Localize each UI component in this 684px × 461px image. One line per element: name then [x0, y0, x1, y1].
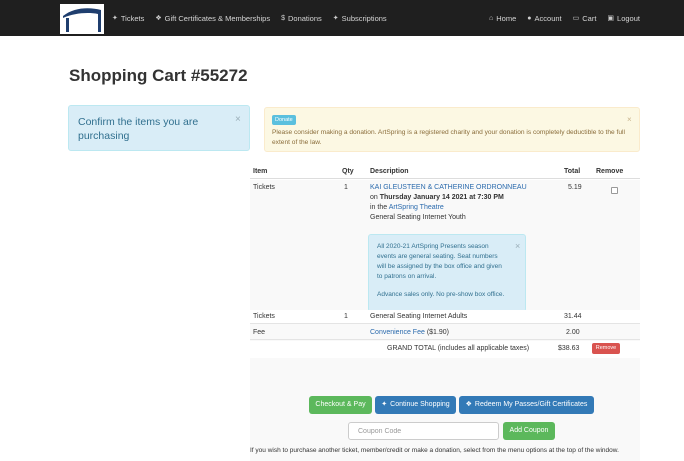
ticket-icon: ✦: [112, 15, 118, 22]
event-date-line: on Thursday January 14 2021 at 7:30 PM: [370, 194, 504, 201]
row-item: Fee: [253, 329, 266, 336]
grand-total-label: GRAND TOTAL (includes all applicable tax…: [387, 345, 530, 352]
row-total: 5.19: [568, 184, 582, 191]
nav-tickets[interactable]: ✦ Tickets: [112, 14, 144, 23]
nav-label: Cart: [582, 13, 597, 23]
logo-shape-icon: [60, 4, 104, 34]
nav-subscriptions[interactable]: ✦ Subscriptions: [333, 14, 387, 23]
fee-description: Convenience Fee ($1.90): [370, 329, 449, 336]
grand-total-row: GRAND TOTAL (includes all applicable tax…: [250, 341, 640, 358]
continue-shopping-label: Continue Shopping: [390, 401, 450, 408]
nav-gift-certificates[interactable]: ❖ Gift Certificates & Memberships: [155, 14, 270, 23]
nav-label: Tickets: [120, 13, 145, 23]
nav-account[interactable]: ● Account: [527, 14, 561, 23]
seating-type: General Seating Internet Youth: [370, 214, 466, 221]
nav-label: Gift Certificates & Memberships: [164, 13, 271, 23]
row-total: 31.44: [564, 313, 582, 320]
table-row: Tickets 1 General Seating Internet Adult…: [250, 310, 640, 324]
top-navbar: ✦ Tickets ❖ Gift Certificates & Membership…: [0, 0, 684, 36]
donate-badge[interactable]: Donate: [272, 115, 296, 125]
dollar-icon: $: [281, 14, 285, 22]
nav-label: Home: [496, 13, 517, 23]
cart-icon: ▭: [572, 15, 580, 22]
row-item: Tickets: [253, 313, 275, 320]
nav-logout[interactable]: ▣ Logout: [607, 14, 640, 23]
donation-alert: Donate × Please consider making a donati…: [264, 107, 640, 152]
on-label: on: [370, 194, 378, 201]
convenience-fee-link[interactable]: Convenience Fee: [370, 329, 425, 336]
nav-donations[interactable]: $ Donations: [281, 14, 322, 23]
close-icon[interactable]: ×: [627, 115, 632, 124]
artspring-logo[interactable]: [60, 4, 104, 34]
grand-total-value: $38.63: [558, 345, 580, 352]
close-icon[interactable]: ×: [515, 241, 520, 251]
header-remove: Remove: [596, 168, 624, 175]
add-coupon-button[interactable]: Add Coupon: [503, 422, 555, 440]
gift-icon: ❖: [155, 15, 162, 22]
continue-shopping-button[interactable]: ✦ Continue Shopping: [375, 396, 456, 414]
redeem-passes-label: Redeem My Passes/Gift Certificates: [474, 401, 588, 408]
event-date: Thursday January 14 2021 at 7:30 PM: [379, 194, 504, 201]
fee-amount: ($1.90): [426, 329, 450, 336]
event-venue-line: in the ArtSpring Theatre: [370, 204, 444, 211]
nav-left: ✦ Tickets ❖ Gift Certificates & Membership…: [112, 0, 398, 36]
nav-cart[interactable]: ▭ Cart: [573, 14, 597, 23]
gift-icon: ❖: [465, 401, 472, 408]
checkout-button[interactable]: Checkout & Pay: [309, 396, 372, 414]
notice-line: events are general seating. Seat numbers: [377, 253, 498, 260]
ticket-icon: ✦: [381, 401, 388, 408]
confirm-items-text: Confirm the items you are purchasing: [78, 116, 199, 142]
nav-right: ⌂ Home ● Account ▭ Cart ▣ Logout: [478, 0, 640, 36]
home-icon: ⌂: [489, 14, 494, 22]
close-icon[interactable]: ×: [235, 114, 241, 125]
row-total: 2.00: [566, 329, 580, 336]
table-row: Fee Convenience Fee ($1.90) 2.00: [250, 325, 640, 340]
notice-line: Advance sales only. No pre-show box offi…: [377, 291, 505, 298]
redeem-passes-button[interactable]: ❖ Redeem My Passes/Gift Certificates: [459, 396, 594, 414]
page-title: Shopping Cart #55272: [69, 66, 248, 85]
row-qty: 1: [344, 313, 348, 320]
nav-label: Subscriptions: [341, 13, 387, 23]
notice-line: will be assigned by the box office and g…: [377, 263, 502, 270]
nav-home[interactable]: ⌂ Home: [489, 14, 516, 23]
notice-line: All 2020-21 ArtSpring Presents season: [377, 243, 489, 250]
remove-checkbox[interactable]: [611, 187, 618, 194]
row-qty: 1: [344, 184, 348, 191]
header-qty: Qty: [342, 168, 354, 175]
seating-notice: × All 2020-21 ArtSpring Presents season …: [368, 234, 526, 312]
nav-label: Donations: [288, 13, 322, 23]
event-link[interactable]: KAI GLEUSTEEN & CATHERINE ORDRONNEAU: [370, 184, 527, 191]
nav-label: Logout: [617, 13, 640, 23]
confirm-items-alert: Confirm the items you are purchasing ×: [68, 105, 250, 151]
header-description: Description: [370, 168, 409, 175]
header-item: Item: [253, 168, 268, 175]
row-item: Tickets: [253, 184, 275, 191]
table-header: Item Qty Description Total Remove: [250, 165, 640, 179]
venue-link[interactable]: ArtSpring Theatre: [389, 204, 444, 211]
footer-instructions: If you wish to purchase another ticket, …: [250, 447, 619, 454]
in-label: in the: [370, 204, 388, 211]
header-total: Total: [564, 168, 581, 175]
remove-all-button[interactable]: Remove: [592, 343, 620, 354]
coupon-code-input[interactable]: [348, 422, 499, 440]
row-description: General Seating Internet Adults: [370, 313, 468, 320]
lock-icon: ▣: [607, 15, 615, 22]
nav-label: Account: [534, 13, 562, 23]
notice-line: to patrons on arrival.: [377, 273, 437, 280]
user-icon: ●: [527, 14, 532, 22]
donation-text: Please consider making a donation. ArtSp…: [272, 129, 625, 146]
ticket-icon: ✦: [332, 15, 339, 22]
